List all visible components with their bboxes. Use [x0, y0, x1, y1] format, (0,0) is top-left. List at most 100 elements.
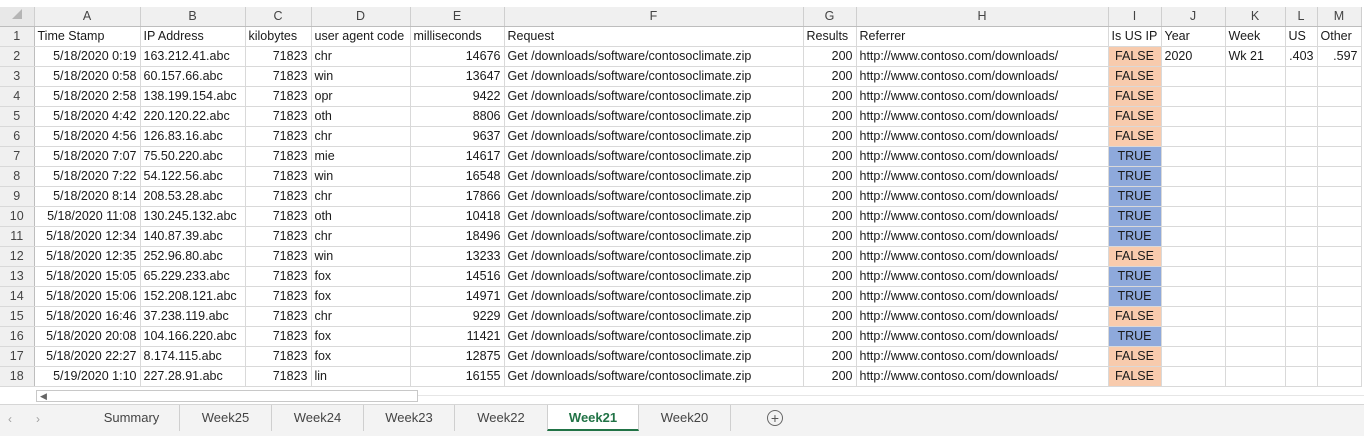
cell-referrer[interactable]: http://www.contoso.com/downloads/ — [856, 46, 1109, 67]
cell-request[interactable]: Get /downloads/software/contosoclimate.z… — [504, 266, 804, 287]
cell-user-agent-code[interactable]: chr — [311, 46, 411, 67]
cell-results[interactable]: 200 — [803, 206, 857, 227]
cell-kilobytes[interactable]: 71823 — [245, 246, 312, 267]
cell-header-results[interactable]: Results — [803, 26, 857, 47]
cell-time-stamp[interactable]: 5/18/2020 4:42 — [34, 106, 141, 127]
cell-is-us-ip[interactable]: TRUE — [1108, 286, 1162, 307]
cell-year[interactable]: 2020 — [1161, 46, 1226, 67]
cell-other[interactable] — [1317, 106, 1362, 127]
cell-is-us-ip[interactable]: TRUE — [1108, 266, 1162, 287]
cell-ip-address[interactable]: 130.245.132.abc — [140, 206, 246, 227]
cell-referrer[interactable]: http://www.contoso.com/downloads/ — [856, 146, 1109, 167]
cell-other[interactable] — [1317, 286, 1362, 307]
cell-week[interactable] — [1225, 186, 1286, 207]
cell-milliseconds[interactable]: 17866 — [410, 186, 505, 207]
cell-week[interactable] — [1225, 366, 1286, 387]
cell-time-stamp[interactable]: 5/18/2020 7:22 — [34, 166, 141, 187]
cell-user-agent-code[interactable]: win — [311, 166, 411, 187]
cell-is-us-ip[interactable]: FALSE — [1108, 106, 1162, 127]
cell-request[interactable]: Get /downloads/software/contosoclimate.z… — [504, 206, 804, 227]
cell-ip-address[interactable]: 60.157.66.abc — [140, 66, 246, 87]
cell-milliseconds[interactable]: 11421 — [410, 326, 505, 347]
cell-results[interactable]: 200 — [803, 86, 857, 107]
cell-year[interactable] — [1161, 146, 1226, 167]
chevron-left-icon[interactable]: ‹ — [8, 412, 12, 426]
cell-referrer[interactable]: http://www.contoso.com/downloads/ — [856, 86, 1109, 107]
cell-is-us-ip[interactable]: TRUE — [1108, 146, 1162, 167]
column-header-i[interactable]: I — [1108, 7, 1162, 27]
cell-milliseconds[interactable]: 13233 — [410, 246, 505, 267]
cell-other[interactable] — [1317, 306, 1362, 327]
horizontal-scrollbar[interactable]: ◀ — [36, 390, 418, 402]
cell-us[interactable] — [1285, 126, 1318, 147]
cell-results[interactable]: 200 — [803, 66, 857, 87]
cell-ip-address[interactable]: 140.87.39.abc — [140, 226, 246, 247]
cell-referrer[interactable]: http://www.contoso.com/downloads/ — [856, 286, 1109, 307]
cell-ip-address[interactable]: 75.50.220.abc — [140, 146, 246, 167]
cell-request[interactable]: Get /downloads/software/contosoclimate.z… — [504, 226, 804, 247]
cell-is-us-ip[interactable]: TRUE — [1108, 326, 1162, 347]
cell-user-agent-code[interactable]: oth — [311, 206, 411, 227]
tab-week25[interactable]: Week25 — [180, 405, 272, 431]
cell-time-stamp[interactable]: 5/18/2020 12:34 — [34, 226, 141, 247]
cell-request[interactable]: Get /downloads/software/contosoclimate.z… — [504, 246, 804, 267]
cell-user-agent-code[interactable]: lin — [311, 366, 411, 387]
column-header-a[interactable]: A — [34, 7, 141, 27]
column-header-l[interactable]: L — [1285, 7, 1318, 27]
cell-time-stamp[interactable]: 5/18/2020 0:58 — [34, 66, 141, 87]
cell-results[interactable]: 200 — [803, 106, 857, 127]
cell-week[interactable] — [1225, 226, 1286, 247]
plus-circle-icon[interactable]: + — [767, 410, 783, 426]
cell-request[interactable]: Get /downloads/software/contosoclimate.z… — [504, 366, 804, 387]
cell-is-us-ip[interactable]: TRUE — [1108, 166, 1162, 187]
cell-ip-address[interactable]: 252.96.80.abc — [140, 246, 246, 267]
cell-week[interactable] — [1225, 206, 1286, 227]
cell-header-us[interactable]: US — [1285, 26, 1318, 47]
cell-milliseconds[interactable]: 10418 — [410, 206, 505, 227]
cell-request[interactable]: Get /downloads/software/contosoclimate.z… — [504, 186, 804, 207]
cell-us[interactable] — [1285, 206, 1318, 227]
cell-week[interactable] — [1225, 106, 1286, 127]
row-header[interactable]: 10 — [0, 206, 35, 227]
cell-milliseconds[interactable]: 14971 — [410, 286, 505, 307]
cell-results[interactable]: 200 — [803, 286, 857, 307]
cell-us[interactable] — [1285, 86, 1318, 107]
cell-us[interactable]: .403 — [1285, 46, 1318, 67]
cell-milliseconds[interactable]: 9637 — [410, 126, 505, 147]
cell-time-stamp[interactable]: 5/18/2020 15:06 — [34, 286, 141, 307]
cell-time-stamp[interactable]: 5/18/2020 22:27 — [34, 346, 141, 367]
cell-other[interactable] — [1317, 206, 1362, 227]
cell-milliseconds[interactable]: 14516 — [410, 266, 505, 287]
row-header[interactable]: 9 — [0, 186, 35, 207]
cell-is-us-ip[interactable]: FALSE — [1108, 46, 1162, 67]
cell-user-agent-code[interactable]: chr — [311, 186, 411, 207]
cell-results[interactable]: 200 — [803, 46, 857, 67]
cell-year[interactable] — [1161, 86, 1226, 107]
tab-week20[interactable]: Week20 — [639, 405, 731, 431]
cell-user-agent-code[interactable]: mie — [311, 146, 411, 167]
cell-other[interactable]: .597 — [1317, 46, 1362, 67]
cell-user-agent-code[interactable]: chr — [311, 226, 411, 247]
cell-request[interactable]: Get /downloads/software/contosoclimate.z… — [504, 66, 804, 87]
cell-results[interactable]: 200 — [803, 186, 857, 207]
cell-user-agent-code[interactable]: fox — [311, 266, 411, 287]
cell-year[interactable] — [1161, 106, 1226, 127]
cell-is-us-ip[interactable]: TRUE — [1108, 206, 1162, 227]
cell-request[interactable]: Get /downloads/software/contosoclimate.z… — [504, 286, 804, 307]
cell-week[interactable] — [1225, 346, 1286, 367]
cell-referrer[interactable]: http://www.contoso.com/downloads/ — [856, 66, 1109, 87]
cell-week[interactable] — [1225, 66, 1286, 87]
cell-is-us-ip[interactable]: FALSE — [1108, 86, 1162, 107]
row-header[interactable]: 2 — [0, 46, 35, 67]
cell-kilobytes[interactable]: 71823 — [245, 166, 312, 187]
cell-results[interactable]: 200 — [803, 266, 857, 287]
cell-other[interactable] — [1317, 66, 1362, 87]
cell-kilobytes[interactable]: 71823 — [245, 346, 312, 367]
cell-milliseconds[interactable]: 13647 — [410, 66, 505, 87]
row-header[interactable]: 4 — [0, 86, 35, 107]
cell-ip-address[interactable]: 54.122.56.abc — [140, 166, 246, 187]
cell-us[interactable] — [1285, 166, 1318, 187]
cell-milliseconds[interactable]: 14617 — [410, 146, 505, 167]
cell-user-agent-code[interactable]: opr — [311, 86, 411, 107]
tab-week22[interactable]: Week22 — [455, 405, 548, 431]
